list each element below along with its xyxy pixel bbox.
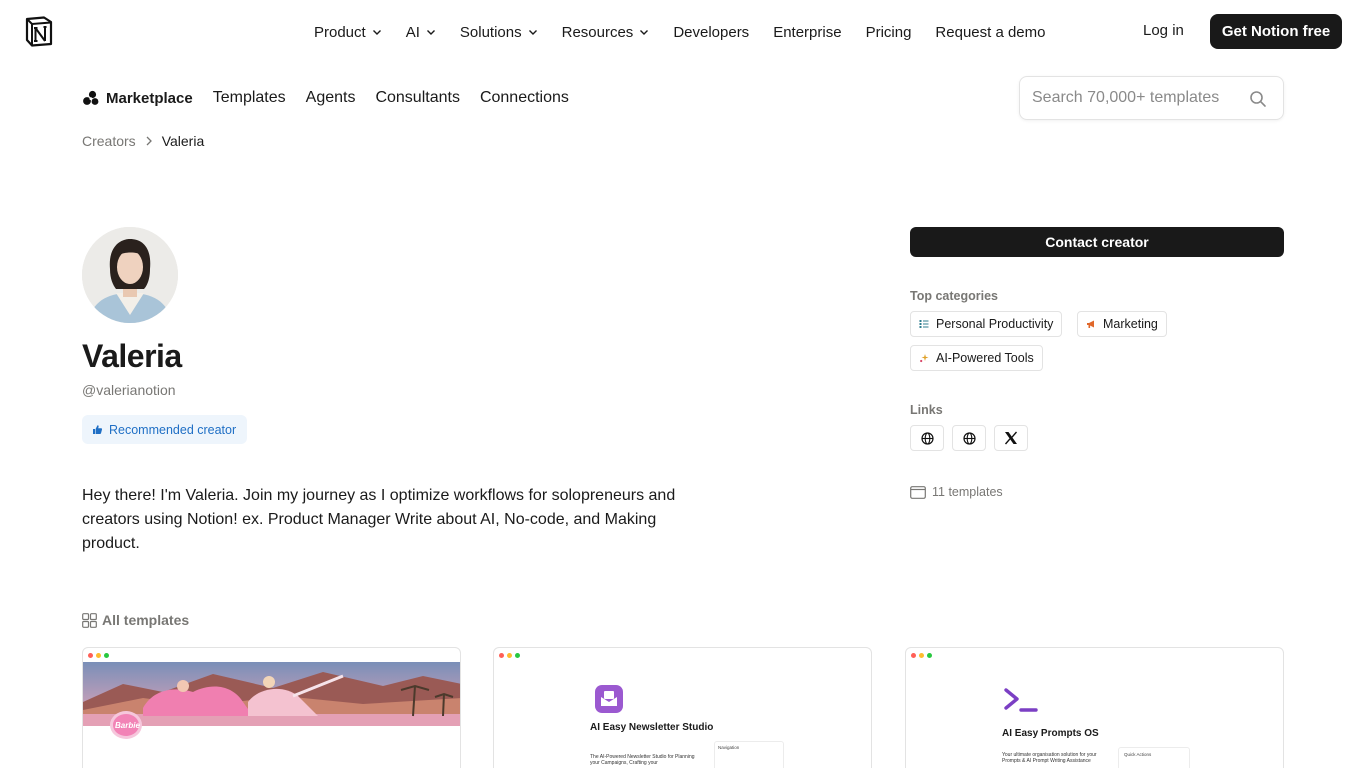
templates-count-label: 11 templates [932, 485, 1003, 499]
category-label: Personal Productivity [936, 317, 1054, 331]
nav-menu: Product AI Solutions Resources Developers Ent… [314, 22, 1070, 42]
window-dots [88, 653, 112, 658]
category-label: Marketing [1103, 317, 1158, 331]
template-subtitle: The AI-Powered Newsletter Studio for Pla… [590, 754, 695, 766]
thumbs-up-icon [93, 425, 103, 434]
sparkle-icon [920, 354, 929, 363]
template-card[interactable]: AI Easy Newsletter Studio The AI-Powered… [493, 647, 872, 768]
nav-item-label: Developers [673, 23, 750, 41]
x-profile-link[interactable] [994, 425, 1028, 451]
nav-item-developers[interactable]: Developers [673, 24, 749, 41]
category-personal-productivity[interactable]: Personal Productivity [910, 311, 1063, 337]
notion-logo-icon[interactable] [24, 16, 54, 47]
nav-item-enterprise[interactable]: Enterprise [773, 24, 841, 41]
template-card[interactable]: Barbie [82, 647, 461, 768]
nav-item-label: Product [314, 23, 366, 41]
marketplace-brand[interactable]: Marketplace [82, 90, 193, 107]
chevron-right-icon [146, 136, 152, 146]
top-categories-label: Top categories [910, 289, 998, 303]
chevron-down-icon [372, 30, 381, 35]
nav-item-label: Resources [561, 23, 634, 41]
top-navigation: Product AI Solutions Resources Developers Ent… [0, 0, 1366, 64]
checklist-icon [919, 320, 929, 328]
category-ai-powered-tools[interactable]: AI-Powered Tools [910, 345, 1043, 371]
marketplace-icon [83, 90, 99, 105]
barbie-logo-text: Barbie [115, 721, 140, 730]
x-logo-icon [1004, 431, 1018, 445]
search-input[interactable] [1032, 89, 1247, 107]
megaphone-icon [1087, 320, 1094, 328]
nav-item-product[interactable]: Product [314, 24, 382, 41]
links-label: Links [910, 403, 943, 417]
globe-icon [962, 431, 976, 445]
nav-item-label: Pricing [865, 23, 912, 41]
breadcrumb-creators[interactable]: Creators [82, 133, 136, 149]
nav-item-ai[interactable]: AI [406, 24, 436, 41]
marketplace-subnav: Marketplace Templates Agents Consultants… [82, 87, 589, 109]
nav-item-pricing[interactable]: Pricing [866, 24, 912, 41]
templates-count: 11 templates [910, 485, 1003, 499]
breadcrumb-current: Valeria [161, 133, 205, 149]
globe-icon [920, 431, 934, 445]
nav-item-label: Enterprise [773, 23, 842, 41]
creator-handle: @valerianotion [82, 382, 176, 398]
template-subtitle: Your ultimate organisation solution for … [1002, 752, 1097, 764]
recommended-creator-label: Recommended creator [109, 422, 237, 437]
template-title: AI Easy Prompts OS [1002, 728, 1099, 739]
website-link-2[interactable] [952, 425, 986, 451]
marketplace-brand-label: Marketplace [106, 89, 193, 107]
terminal-prompt-icon [1004, 688, 1038, 712]
template-preview-panel: Quick Actions [1118, 747, 1190, 768]
preview-panel-label: Navigation [718, 745, 740, 750]
website-link-1[interactable] [910, 425, 944, 451]
tab-connections[interactable]: Connections [480, 89, 569, 107]
nav-item-solutions[interactable]: Solutions [460, 24, 538, 41]
nav-item-label: Solutions [459, 23, 522, 41]
category-label: AI-Powered Tools [936, 351, 1034, 365]
recommended-creator-badge: Recommended creator [82, 415, 248, 444]
chevron-down-icon [426, 30, 435, 35]
chevron-down-icon [528, 30, 537, 35]
search-icon[interactable] [1249, 90, 1267, 108]
template-card[interactable]: AI Easy Prompts OS Your ultimate organis… [905, 647, 1284, 768]
nav-item-request-a-demo[interactable]: Request a demo [935, 24, 1045, 41]
get-notion-free-button[interactable]: Get Notion free [1210, 14, 1342, 49]
grid-icon [82, 612, 97, 628]
preview-panel-label: Quick Actions [1124, 752, 1152, 757]
nav-item-label: AI [405, 23, 420, 41]
window-dots [911, 653, 935, 658]
tab-consultants[interactable]: Consultants [375, 89, 460, 107]
all-templates-label: All templates [102, 612, 190, 628]
avatar [82, 227, 178, 323]
creator-bio: Hey there! I'm Valeria. Join my journey … [82, 487, 676, 552]
newsletter-icon [595, 685, 623, 713]
contact-creator-button[interactable]: Contact creator [910, 227, 1284, 257]
chevron-down-icon [640, 30, 649, 35]
nav-item-label: Request a demo [935, 23, 1046, 41]
all-templates-heading: All templates [82, 612, 189, 628]
template-preview-panel: Navigation [714, 741, 784, 768]
category-marketing[interactable]: Marketing [1077, 311, 1167, 337]
nav-item-resources[interactable]: Resources [562, 24, 650, 41]
login-link[interactable]: Log in [1143, 22, 1184, 39]
window-dots [499, 653, 523, 658]
window-icon [910, 485, 926, 499]
creator-name: Valeria [82, 338, 182, 374]
tab-agents[interactable]: Agents [306, 89, 356, 107]
template-title: AI Easy Newsletter Studio [590, 722, 714, 733]
template-search [1019, 76, 1284, 120]
tab-templates[interactable]: Templates [213, 89, 286, 107]
breadcrumb: Creators Valeria [82, 133, 204, 149]
